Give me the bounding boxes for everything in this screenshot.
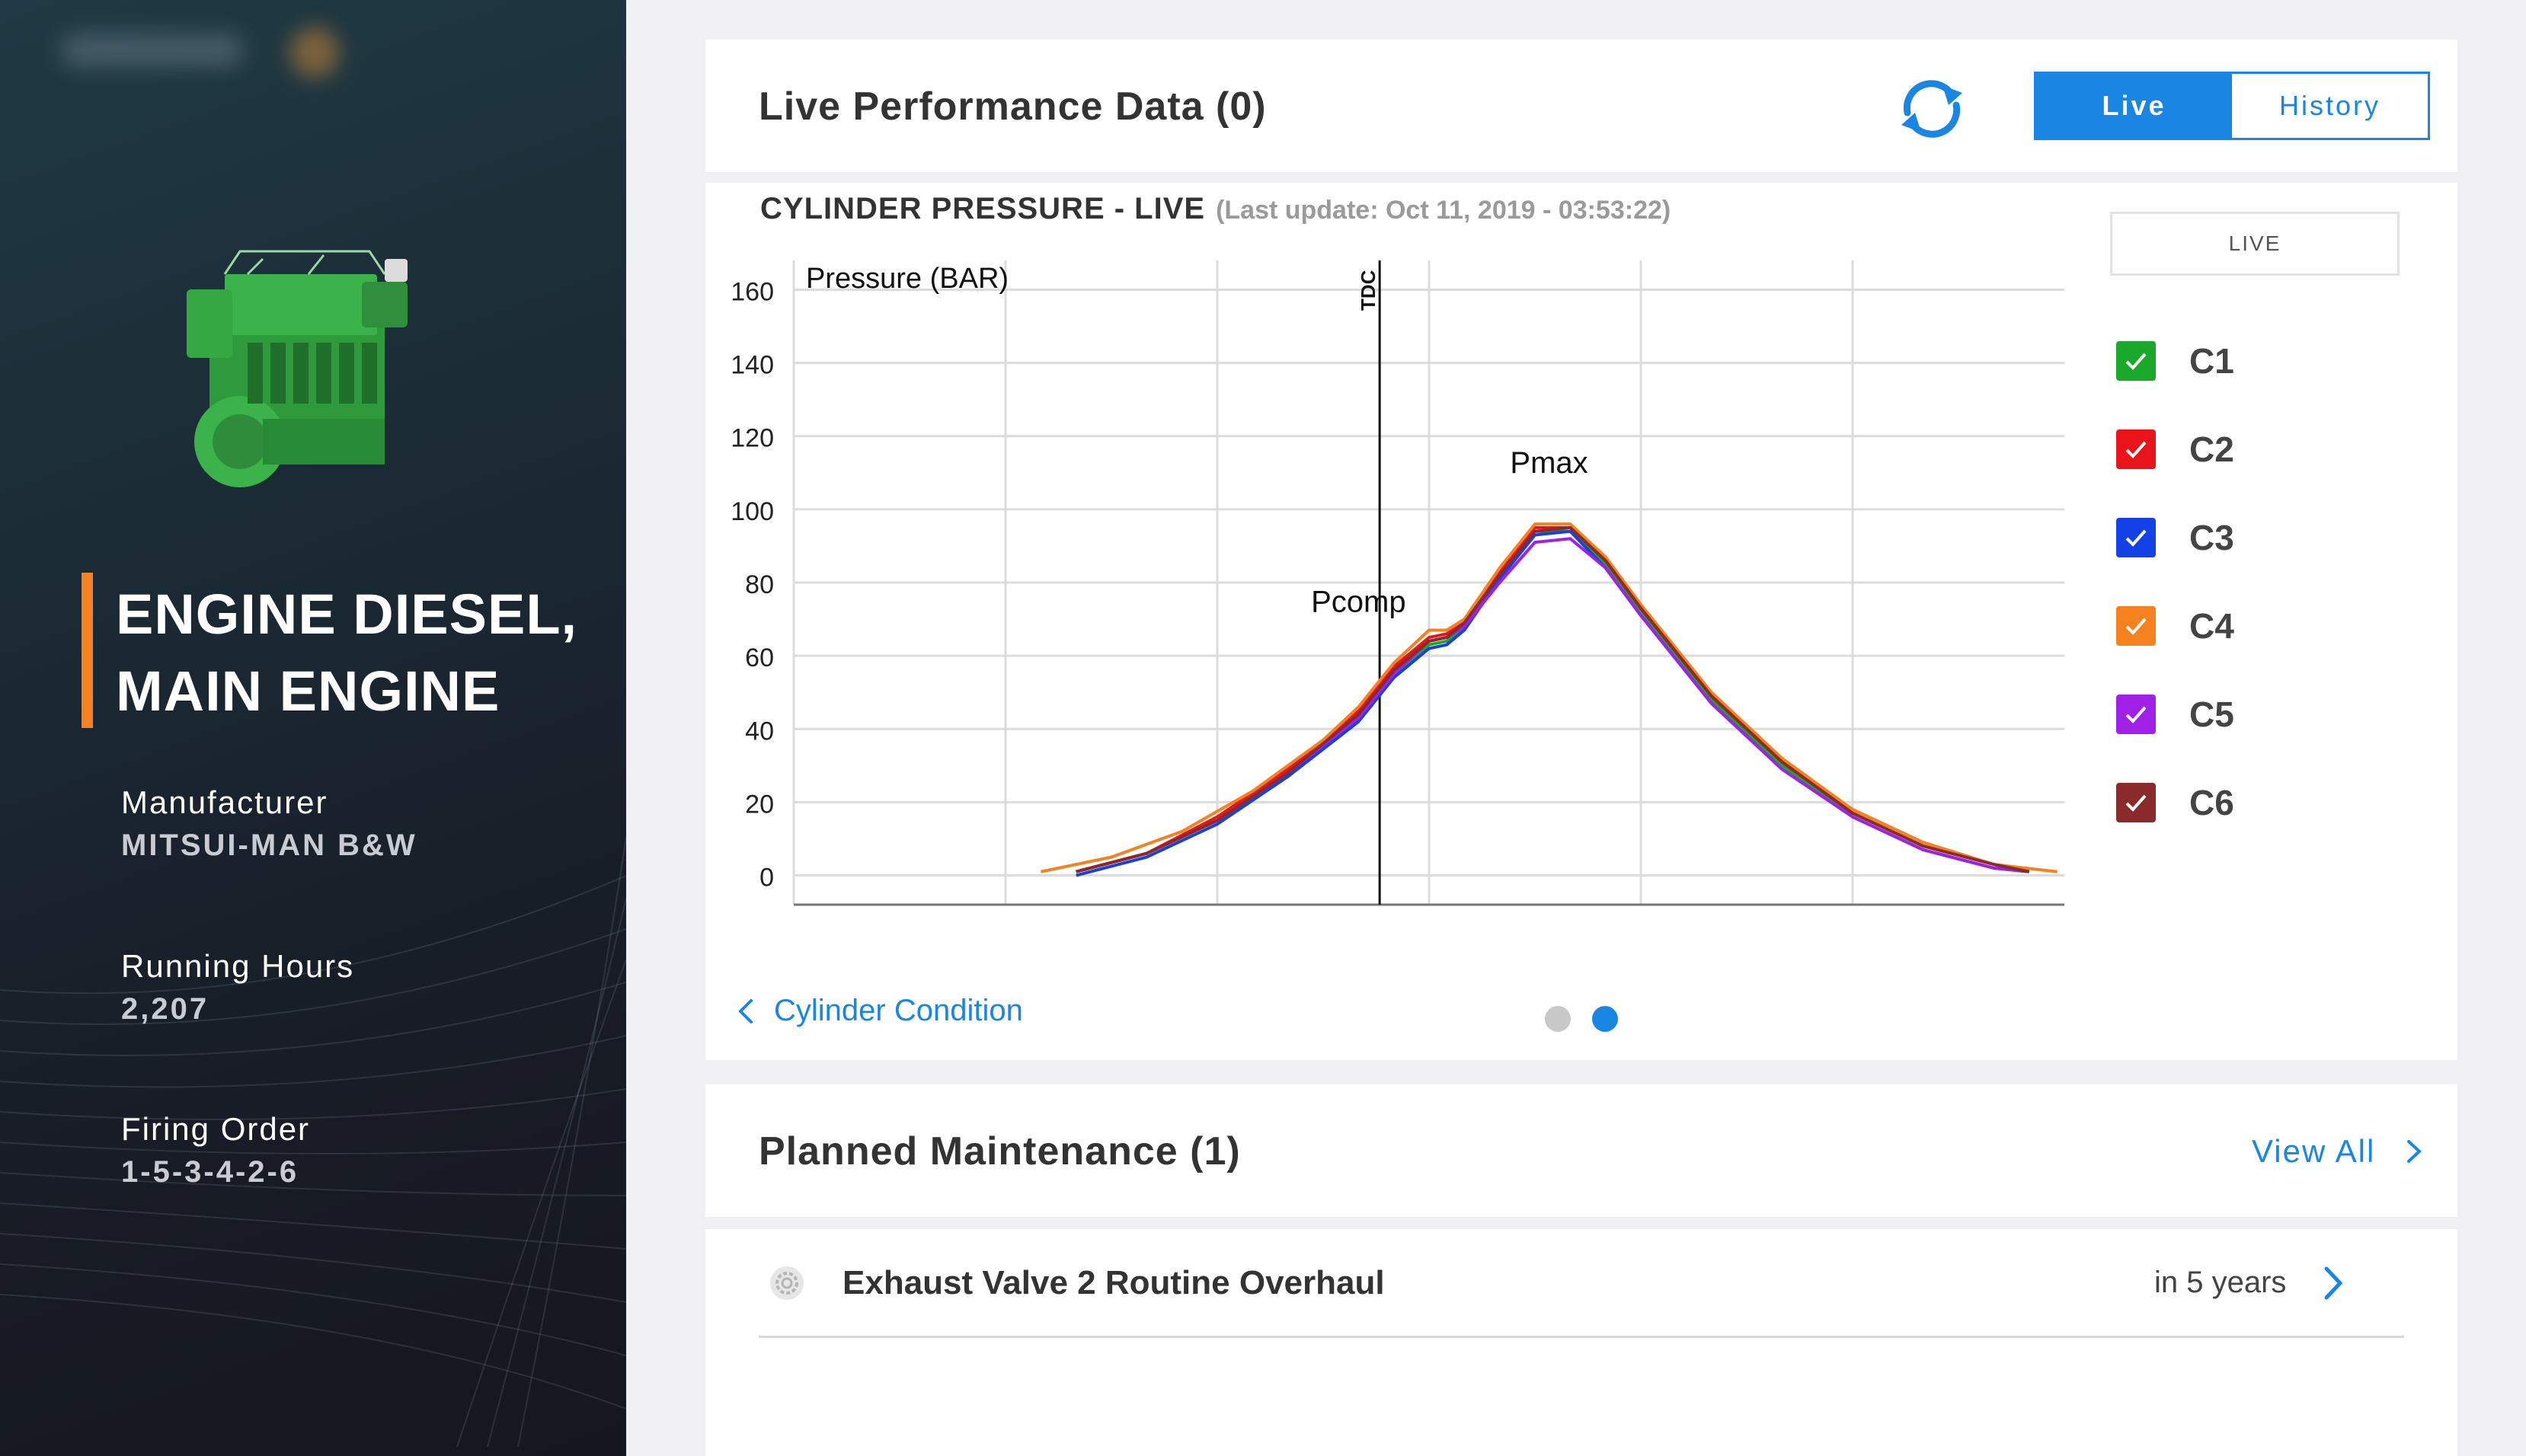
firing-order-value: 1-5-3-4-2-6 — [121, 1155, 299, 1189]
title-accent-bar — [82, 573, 93, 728]
running-hours-label: Running Hours — [121, 948, 355, 984]
legend-label: C4 — [2189, 606, 2234, 646]
performance-title: Live Performance Data (0) — [759, 85, 1267, 129]
legend-item-c4[interactable]: C4 — [2116, 605, 2234, 647]
manufacturer-label: Manufacturer — [121, 784, 328, 820]
carousel-dot-1[interactable] — [1545, 1006, 1571, 1032]
engine-title-line2: MAIN ENGINE — [116, 659, 500, 723]
legend-label: C5 — [2189, 694, 2234, 734]
y-tick-label: 120 — [731, 424, 774, 453]
y-tick-label: 40 — [745, 717, 774, 746]
maintenance-list: Exhaust Valve 2 Routine Overhaul in 5 ye… — [705, 1229, 2457, 1456]
history-tab[interactable]: History — [2232, 74, 2428, 138]
live-tab[interactable]: Live — [2036, 74, 2232, 138]
performance-header: Live Performance Data (0) Live History — [705, 40, 2457, 172]
maintenance-due: in 5 years — [2154, 1266, 2287, 1299]
legend-label: C6 — [2189, 783, 2234, 822]
y-tick-label: 160 — [731, 277, 774, 306]
cylinder-pressure-chart: 0 20 40 60 80 100 120 140 160 TDC Pressure (BAR) Pc… — [731, 260, 2064, 906]
chart-panel: CYLINDER PRESSURE - LIVE (Last update: Oc… — [705, 183, 2457, 1060]
checkbox-checked-icon[interactable] — [2116, 518, 2156, 557]
maintenance-header: Planned Maintenance (1) View All — [705, 1084, 2457, 1217]
firing-order-label: Firing Order — [121, 1111, 311, 1147]
engine-image — [187, 250, 408, 487]
y-tick-label: 0 — [759, 864, 774, 892]
manufacturer-value: MITSUI-MAN B&W — [121, 829, 417, 862]
manufacturer-info: Manufacturer MITSUI-MAN B&W — [121, 781, 578, 867]
legend-mode-label: LIVE — [2110, 212, 2400, 276]
y-tick-label: 20 — [745, 790, 774, 819]
annotation-pmax: Pmax — [1510, 446, 1588, 480]
y-tick-label: 80 — [745, 570, 774, 599]
chevron-left-icon — [738, 998, 753, 1023]
checkbox-checked-icon[interactable] — [2116, 783, 2156, 822]
maintenance-task: Exhaust Valve 2 Routine Overhaul — [843, 1264, 1385, 1301]
engine-title-line1: ENGINE DIESEL, — [116, 583, 578, 646]
maintenance-item[interactable]: Exhaust Valve 2 Routine Overhaul in 5 ye… — [759, 1229, 2404, 1338]
running-hours-info: Running Hours 2,207 — [121, 945, 578, 1030]
cylinder-condition-link[interactable]: Cylinder Condition — [736, 994, 1023, 1028]
engine-title: ENGINE DIESEL, MAIN ENGINE — [116, 576, 603, 730]
live-history-toggle: Live History — [2034, 72, 2430, 140]
legend-label: C2 — [2189, 429, 2234, 469]
y-tick-label: 100 — [731, 497, 774, 526]
gear-icon — [770, 1266, 804, 1300]
cylinder-condition-label: Cylinder Condition — [774, 994, 1023, 1027]
tdc-label: TDC — [1357, 270, 1380, 311]
y-axis-label: Pressure (BAR) — [806, 263, 1009, 295]
legend-item-c6[interactable]: C6 — [2116, 781, 2234, 824]
legend-label: C1 — [2189, 341, 2234, 381]
brand-logo — [61, 23, 358, 78]
checkbox-checked-icon[interactable] — [2116, 694, 2156, 734]
series-line-c4 — [1040, 522, 2058, 873]
legend-label: C3 — [2189, 518, 2234, 557]
checkbox-checked-icon[interactable] — [2116, 606, 2156, 646]
checkbox-checked-icon[interactable] — [2116, 341, 2156, 381]
legend-item-c2[interactable]: C2 — [2116, 428, 2234, 471]
series-line-c6 — [1076, 525, 2030, 873]
running-hours-value: 2,207 — [121, 992, 209, 1026]
sidebar: ENGINE DIESEL, MAIN ENGINE Manufacturer … — [0, 0, 626, 1456]
carousel-dot-2[interactable] — [1592, 1006, 1618, 1032]
legend-item-c1[interactable]: C1 — [2116, 340, 2234, 382]
legend-item-c5[interactable]: C5 — [2116, 693, 2234, 736]
view-all-link[interactable]: View All — [2252, 1133, 2422, 1170]
y-tick-label: 60 — [745, 643, 774, 672]
y-tick-label: 140 — [731, 351, 774, 380]
chevron-right-icon — [2324, 1266, 2343, 1300]
annotation-pcomp: Pcomp — [1311, 585, 1406, 618]
firing-order-info: Firing Order 1-5-3-4-2-6 — [121, 1108, 578, 1193]
checkbox-checked-icon[interactable] — [2116, 429, 2156, 469]
refresh-icon[interactable] — [1894, 75, 1970, 143]
legend-item-c3[interactable]: C3 — [2116, 516, 2234, 559]
chevron-right-icon — [2407, 1140, 2422, 1163]
view-all-label: View All — [2252, 1133, 2376, 1169]
maintenance-title: Planned Maintenance (1) — [759, 1129, 1241, 1173]
